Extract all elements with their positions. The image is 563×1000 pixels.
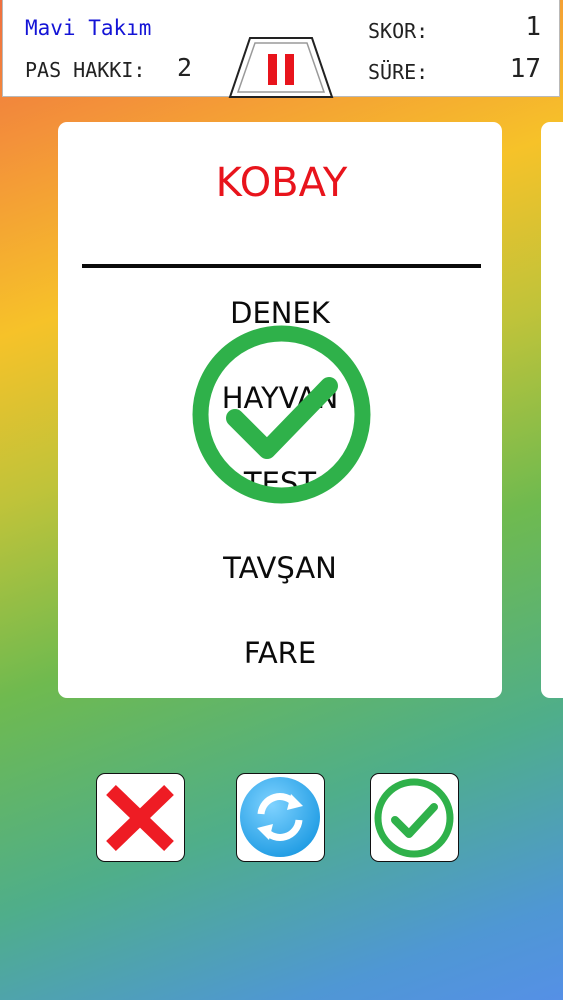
wrong-button[interactable] — [96, 773, 185, 862]
check-circle-icon — [192, 325, 371, 504]
main-word: KOBAY — [215, 160, 348, 206]
next-card-edge — [541, 122, 563, 698]
taboo-word: TAVŞAN — [223, 551, 337, 585]
pause-icon — [228, 37, 334, 98]
skip-button[interactable] — [236, 773, 325, 862]
pass-label: PAS HAKKI: — [25, 58, 146, 82]
score-label: SKOR: — [368, 19, 429, 43]
score-value: 1 — [525, 12, 541, 42]
team-name: Mavi Takım — [25, 16, 152, 40]
pass-count: 2 — [177, 53, 193, 82]
check-icon — [374, 778, 454, 858]
x-icon — [106, 784, 174, 852]
pause-button[interactable] — [228, 36, 334, 100]
card-divider — [82, 264, 481, 268]
correct-button[interactable] — [370, 773, 459, 862]
time-label: SÜRE: — [368, 60, 429, 84]
taboo-word: FARE — [243, 636, 317, 670]
refresh-icon — [240, 777, 320, 857]
time-value: 17 — [509, 54, 541, 84]
